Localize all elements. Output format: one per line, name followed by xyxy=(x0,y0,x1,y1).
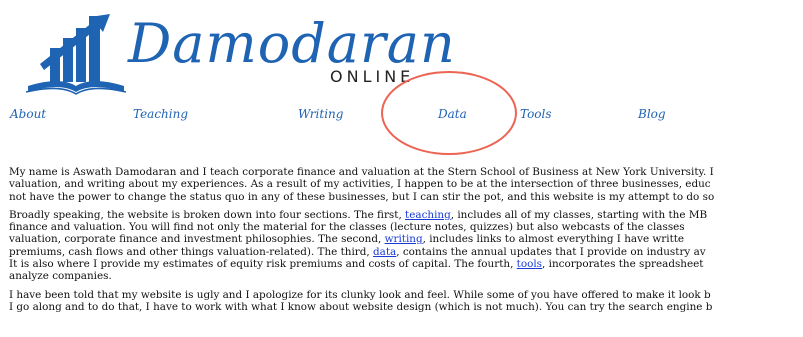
text-line: I go along and to do that, I have to wor… xyxy=(9,300,713,313)
intro-paragraph-3: I have been told that my website is ugly… xyxy=(9,289,803,314)
teaching-link[interactable]: teaching xyxy=(405,209,451,221)
tools-link[interactable]: tools xyxy=(517,258,542,270)
site-logo[interactable]: Damodaran ONLINE xyxy=(0,0,480,100)
nav-writing[interactable]: Writing xyxy=(298,107,343,121)
text-segment: premiums, cash flows and other things va… xyxy=(9,245,374,258)
intro-paragraph-2: Broadly speaking, the website is broken … xyxy=(9,209,803,283)
nav-teaching[interactable]: Teaching xyxy=(133,107,188,121)
nav-data[interactable]: Data xyxy=(438,107,467,121)
nav-tools[interactable]: Tools xyxy=(520,107,552,121)
text-segment: , includes all of my classes, starting w… xyxy=(450,208,708,221)
text-line: premiums, cash flows and other things va… xyxy=(9,246,803,258)
text-line: My name is Aswath Damodaran and I teach … xyxy=(9,166,714,178)
text-line: Broadly speaking, the website is broken … xyxy=(9,209,803,221)
text-line: I have been told that my website is ugly… xyxy=(9,288,711,301)
main-nav: About Teaching Writing Data Tools Blog xyxy=(0,107,803,129)
text-segment: , incorporates the spreadsheet xyxy=(542,258,704,271)
text-line: not have the power to change the status … xyxy=(9,190,715,203)
text-segment: valuation, corporate finance and investm… xyxy=(9,233,385,246)
logo-wordmark: Damodaran xyxy=(128,12,456,75)
writing-link[interactable]: writing xyxy=(385,233,423,245)
bar-chart-book-icon xyxy=(25,14,127,95)
text-segment: It is also where I provide my estimates … xyxy=(9,258,517,271)
nav-about[interactable]: About xyxy=(10,107,46,121)
intro-paragraph-1: My name is Aswath Damodaran and I teach … xyxy=(9,166,803,203)
intro-content: My name is Aswath Damodaran and I teach … xyxy=(9,166,803,319)
nav-blog[interactable]: Blog xyxy=(638,107,666,121)
data-link[interactable]: data xyxy=(373,246,396,258)
text-line: It is also where I provide my estimates … xyxy=(9,258,803,270)
text-segment: , contains the annual updates that I pro… xyxy=(396,245,706,258)
text-segment: , includes links to almost everything I … xyxy=(422,233,685,246)
text-line: valuation, corporate finance and investm… xyxy=(9,233,803,245)
text-segment: Broadly speaking, the website is broken … xyxy=(9,208,406,221)
text-line: valuation, and writing about my experien… xyxy=(9,178,711,191)
logo-subtitle: ONLINE xyxy=(330,67,415,86)
text-line: finance and valuation. You will find not… xyxy=(9,221,685,234)
text-line: analyze companies. xyxy=(9,270,112,283)
